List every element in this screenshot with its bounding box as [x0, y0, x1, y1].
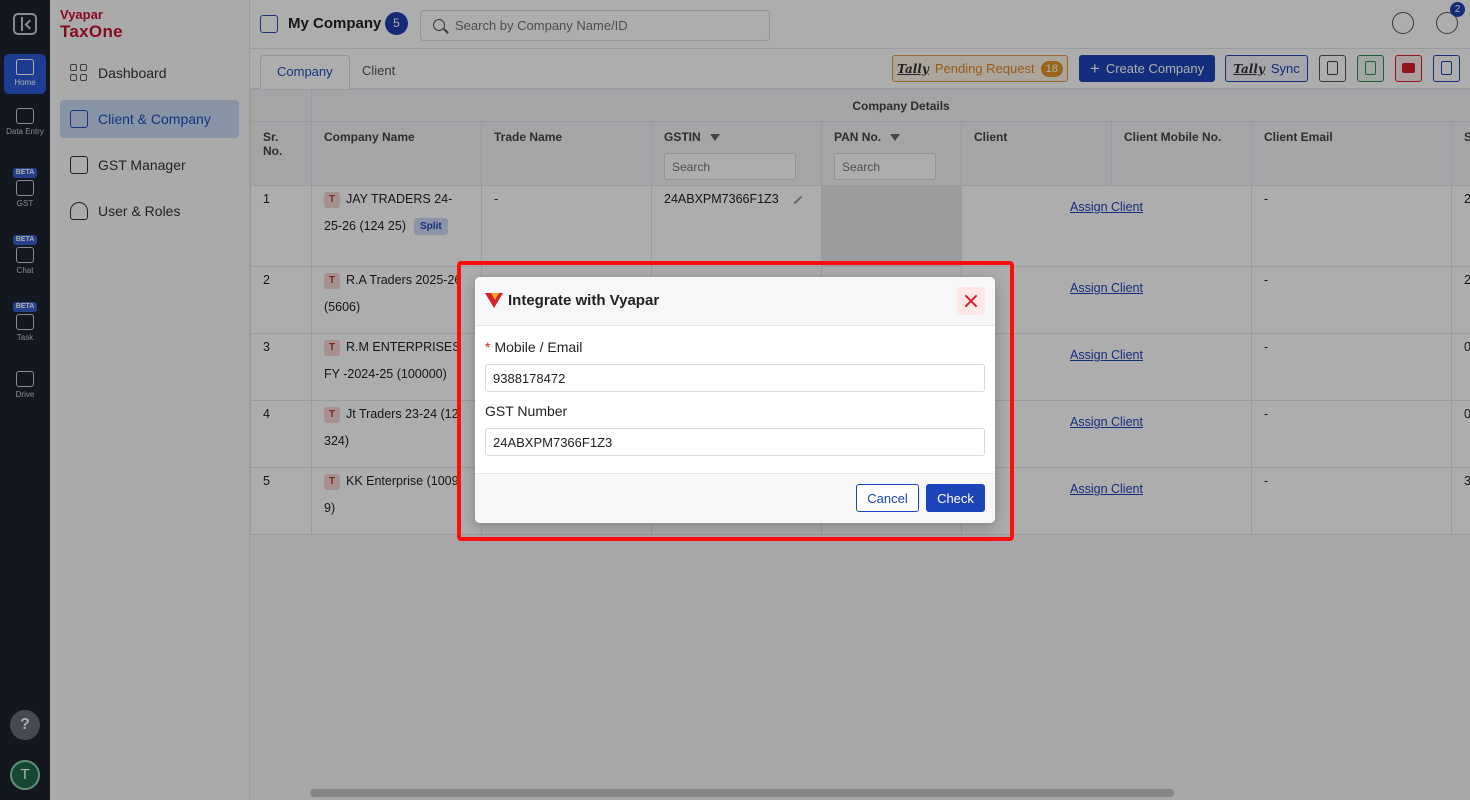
vyapar-logo-icon: [485, 293, 503, 308]
cancel-button[interactable]: Cancel: [856, 484, 919, 512]
dialog-footer: Cancel Check: [475, 473, 995, 523]
label-text: Mobile / Email: [494, 339, 583, 355]
dialog-title: Integrate with Vyapar: [508, 292, 660, 309]
mobile-email-input[interactable]: [485, 364, 985, 392]
required-mark: *: [485, 339, 491, 355]
gst-number-input[interactable]: [485, 428, 985, 456]
gst-number-label: GST Number: [485, 403, 568, 419]
close-icon[interactable]: [957, 287, 985, 315]
integrate-vyapar-dialog: Integrate with Vyapar *Mobile / Email GS…: [475, 277, 995, 523]
check-button[interactable]: Check: [926, 484, 985, 512]
dialog-header: Integrate with Vyapar: [475, 277, 995, 326]
mobile-email-label: * Mobile / Email: [485, 339, 582, 355]
